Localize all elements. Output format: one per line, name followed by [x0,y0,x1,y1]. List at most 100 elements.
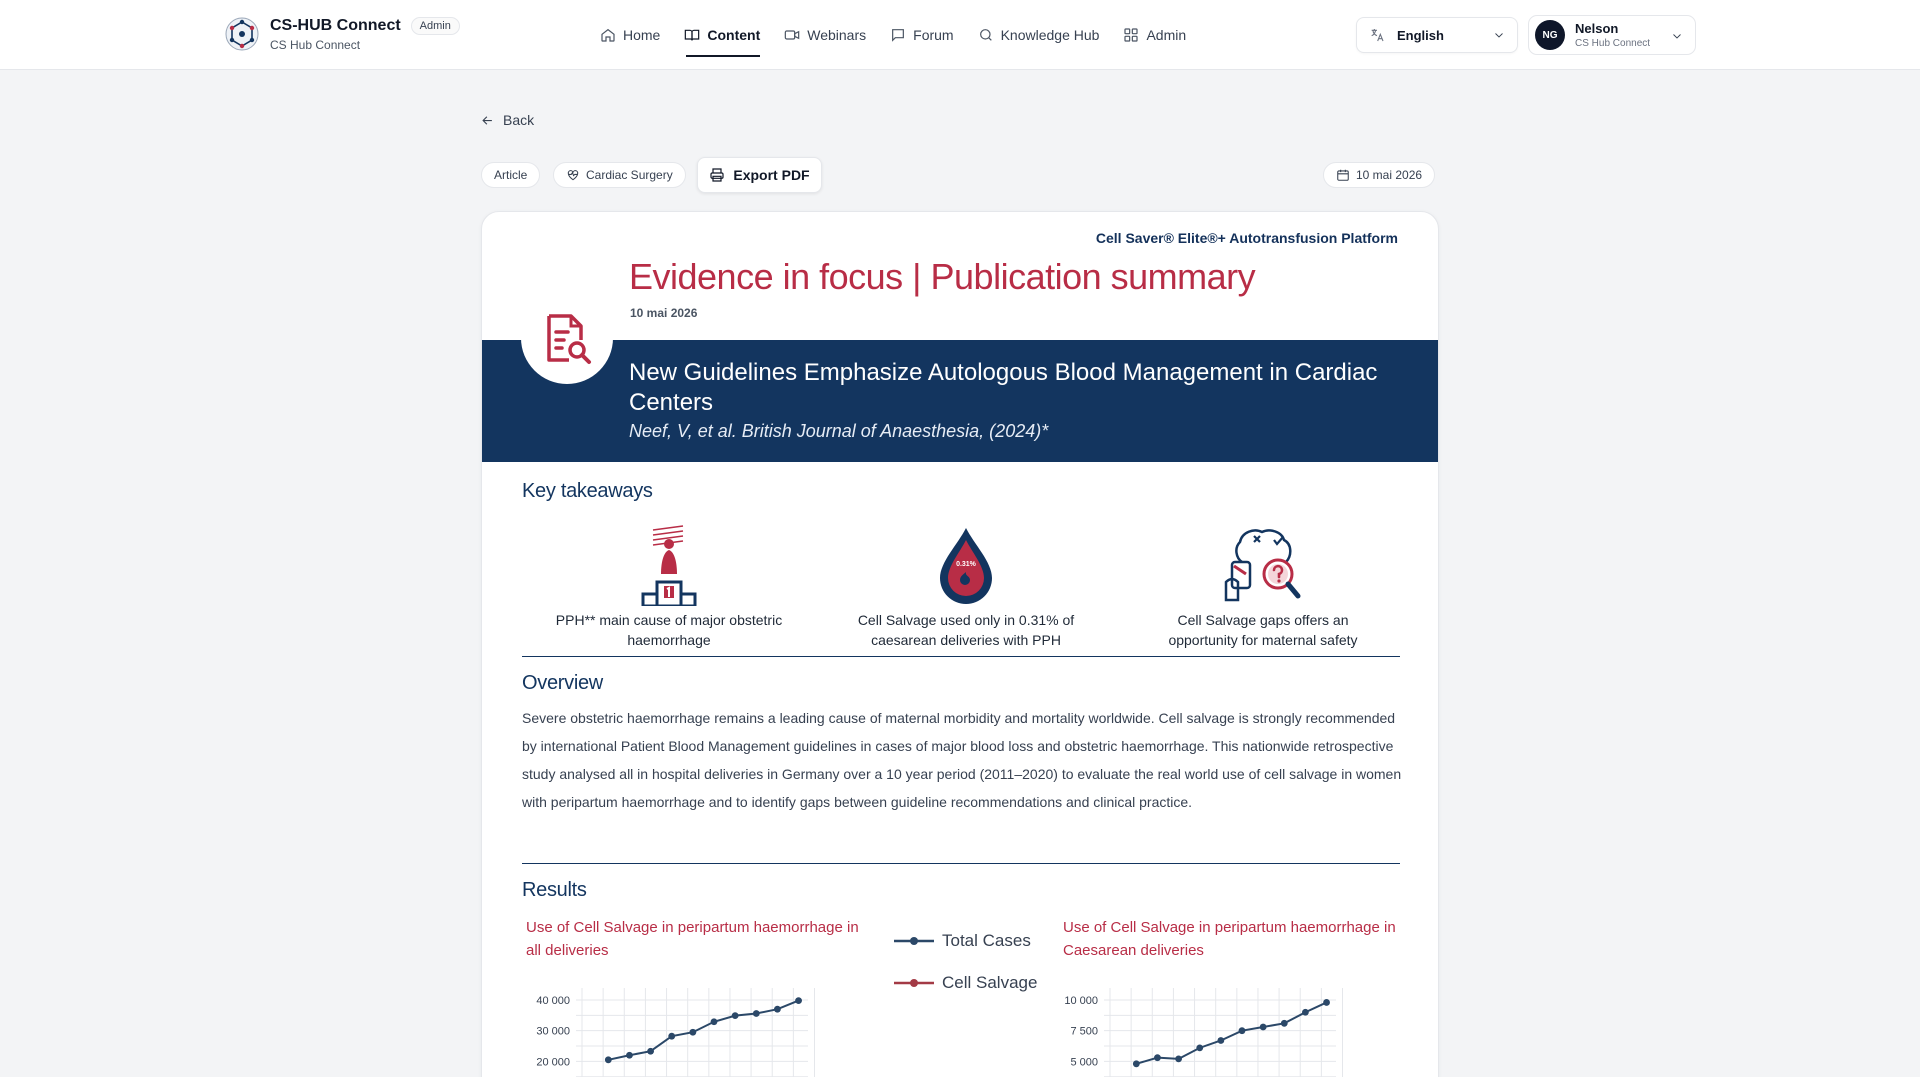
document-search-icon [547,314,591,364]
chart-legend: Total Cases Cell Salvage [894,920,1037,1004]
avatar: NG [1535,20,1565,50]
line-chart-all-deliveries: 20 000 30 000 40 000 [536,988,816,1077]
translate-icon [1371,29,1384,42]
video-icon [784,30,800,40]
data-point [710,1018,718,1026]
y-tick-label: 40 000 [536,995,570,1007]
takeaways-heading: Key takeaways [522,480,653,502]
data-point [689,1028,697,1036]
nav-admin-label: Admin [1146,27,1187,43]
y-tick-label: 7 500 [1070,1026,1098,1038]
chevron-down-icon [1495,33,1503,38]
section-divider [522,863,1400,864]
data-point [752,1010,760,1017]
user-menu[interactable]: NG Nelson CS Hub Connect [1528,15,1696,55]
back-label: Back [503,112,535,128]
main-nav: Home Content Webinars Forum Knowledge Hu… [600,0,1210,70]
export-pdf-button[interactable]: Export PDF [697,157,822,193]
arrow-left-icon [482,115,492,125]
nav-knowledge-hub-label: Knowledge Hub [1000,27,1100,43]
brand[interactable]: CS-HUB Connect Admin CS Hub Connect [224,16,460,52]
document-badge [521,292,613,384]
nav-forum-label: Forum [913,27,954,43]
article-card: Cell Saver® Elite®+ Autotransfusion Plat… [481,211,1439,1077]
data-point [1154,1054,1161,1062]
article-title: New Guidelines Emphasize Autologous Bloo… [629,359,1378,416]
role-badge: Admin [410,16,460,35]
blood-drop-icon: 0.31% [940,528,992,604]
language-select[interactable]: English [1356,17,1518,53]
nav-webinars[interactable]: Webinars [784,0,866,70]
home-icon [601,28,615,42]
data-point [1217,1037,1225,1044]
hub-logo-icon [225,17,259,51]
takeaway-text: Cell Salvage gaps offers an opportunity … [1168,612,1358,648]
data-point [668,1032,676,1040]
chart-title-caesarean-deliveries: Use of Cell Salvage in peripartum haemor… [1063,919,1396,959]
nav-home-label: Home [623,27,661,43]
takeaway-text: PPH** main cause of major obstetric haem… [555,612,783,648]
data-point [1323,999,1330,1006]
section-divider [522,656,1400,657]
data-point [1132,1060,1140,1068]
data-point [647,1047,654,1055]
takeaway-item: 0.31% Cell Salvage used only in 0.31% of… [851,522,1081,650]
drop-label: 0.31% [956,561,977,568]
book-icon [685,29,700,41]
legend-label: Cell Salvage [942,973,1038,992]
date-chip: 10 mai 2026 [1323,162,1436,188]
back-link[interactable]: Back [480,112,534,128]
legend-item-cell-salvage: Cell Salvage [894,962,1037,1004]
data-point [731,1012,739,1020]
legend-label: Total Cases [942,931,1031,950]
calendar-icon [1337,169,1349,181]
data-point [774,1005,781,1013]
article-citation: Neef, V, et al. British Journal of Anaes… [629,421,1049,441]
category-label: Cardiac Surgery [586,168,673,182]
nav-admin[interactable]: Admin [1123,0,1186,70]
platform-label: Cell Saver® Elite®+ Autotransfusion Plat… [1095,230,1398,246]
nav-content-label: Content [707,27,761,43]
date-label: 10 mai 2026 [1356,168,1423,182]
top-navigation-bar: CS-HUB Connect Admin CS Hub Connect Home… [0,0,1920,70]
data-point [1196,1044,1204,1052]
nav-knowledge-hub[interactable]: Knowledge Hub [978,0,1100,70]
chart-title-all-deliveries: Use of Cell Salvage in peripartum haemor… [526,919,859,959]
line-chart-caesarean-deliveries: 5 000 7 500 10 000 [1064,988,1344,1077]
data-point [1175,1055,1182,1063]
takeaway-item: Cell Salvage gaps offers an opportunity … [1148,522,1378,650]
chevron-down-icon [1673,34,1681,39]
data-point [604,1056,612,1064]
data-point [1238,1027,1246,1035]
app-title: CS-HUB Connect [270,16,401,34]
article-date: 10 mai 2026 [630,306,698,320]
y-tick-label: 30 000 [536,1026,570,1038]
nav-content[interactable]: Content [684,0,760,70]
user-org: CS Hub Connect [1575,38,1651,49]
data-point [1302,1008,1309,1016]
takeaway-item: PPH** main cause of major obstetric haem… [554,522,784,650]
data-point [1259,1023,1267,1031]
export-label: Export PDF [733,167,810,183]
series-line-total-cases [1136,1001,1327,1065]
category-chip: Cardiac Surgery [553,162,686,188]
data-point [795,997,802,1005]
legend-item-total-cases: Total Cases [894,920,1037,962]
overview-heading: Overview [522,672,603,694]
y-tick-label: 10 000 [1064,995,1098,1007]
takeaway-text: Cell Salvage used only in 0.31% of caesa… [857,612,1075,648]
grid-icon [1124,28,1139,42]
legend-line-total-icon [894,937,934,945]
heart-pulse-icon [567,170,579,181]
overview-text: Severe obstetric haemorrhage remains a l… [522,710,1402,810]
nav-webinars-label: Webinars [807,27,867,43]
data-point [1280,1019,1288,1027]
chat-icon [892,29,905,42]
brain-question-icon [1224,529,1301,602]
nav-home[interactable]: Home [600,0,660,70]
legend-line-salvage-icon [894,979,934,987]
user-name: Nelson [1575,21,1619,36]
nav-forum[interactable]: Forum [890,0,954,70]
search-icon [979,29,992,41]
title-banner: New Guidelines Emphasize Autologous Bloo… [482,340,1438,462]
